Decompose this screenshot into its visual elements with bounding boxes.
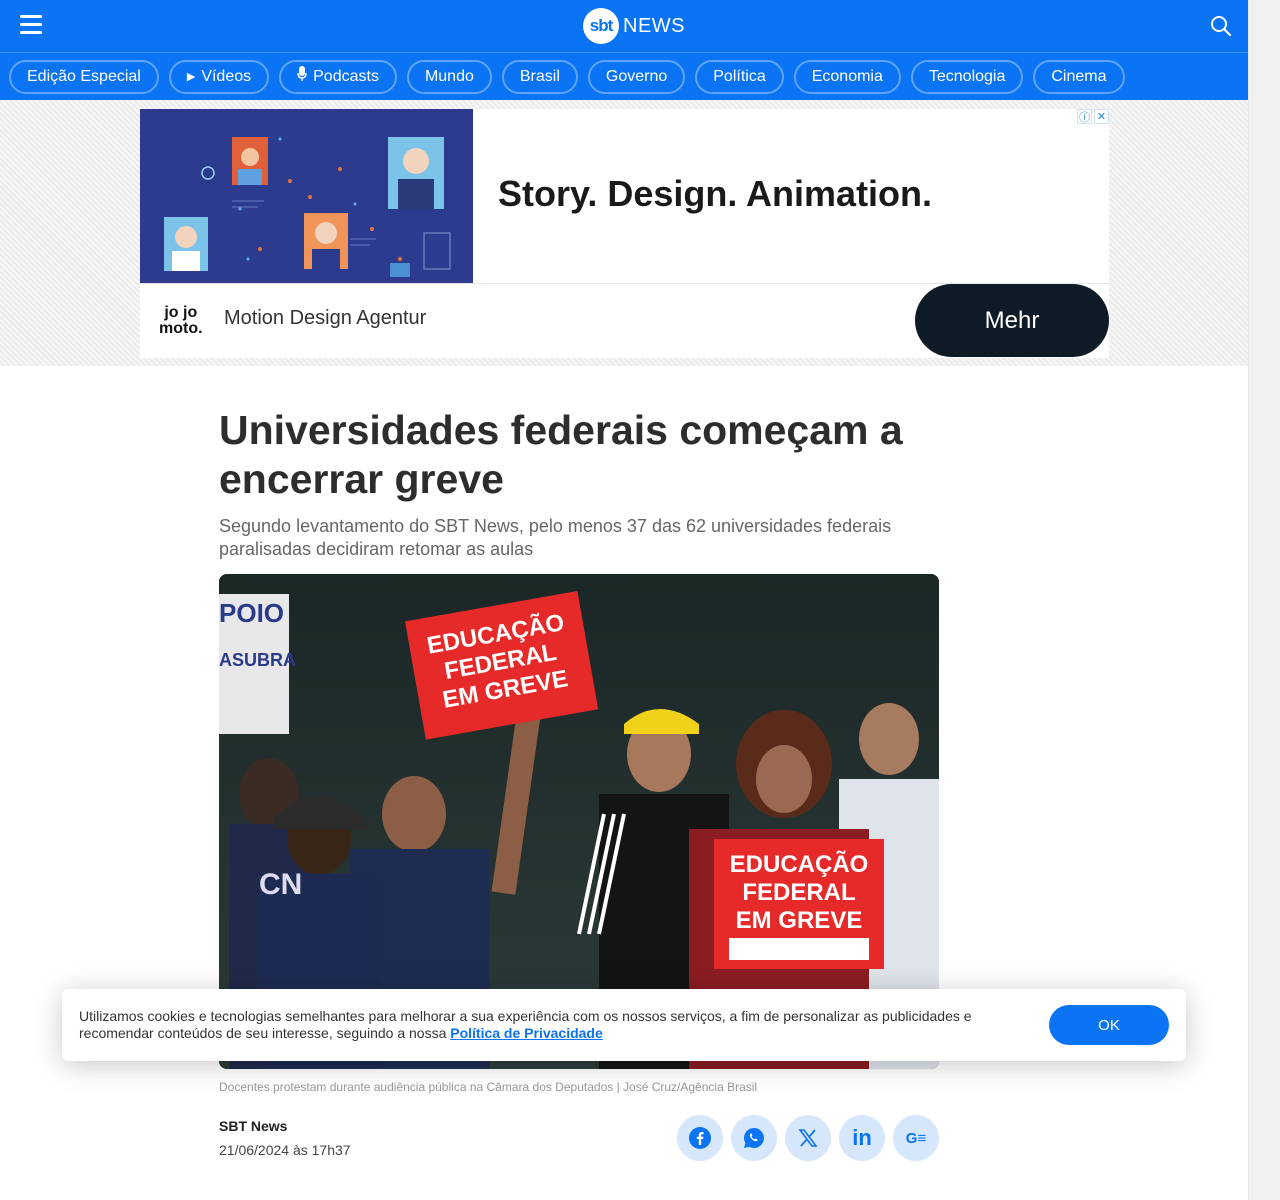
privacy-policy-link[interactable]: Política de Privacidade — [450, 1025, 603, 1041]
nav-item-label: Governo — [605, 67, 668, 85]
google-news-icon-text: G≡ — [905, 1129, 927, 1147]
microphone-icon — [297, 66, 307, 87]
protest-sign-text: EM GREVE — [736, 907, 863, 934]
nav-item-label: Podcasts — [313, 67, 379, 85]
nav-item-label: Vídeos — [201, 67, 252, 85]
cookie-text: Utilizamos cookies e tecnologias semelha… — [79, 1008, 1019, 1042]
protest-sign-text: FEDERAL — [742, 879, 855, 906]
ad-brand-line: moto. — [159, 320, 203, 337]
image-caption: Docentes protestam durante audiência púb… — [219, 1080, 758, 1094]
ad-brand-line: jo jo — [164, 304, 198, 321]
nav-item-label: Economia — [811, 67, 883, 85]
article-date: 21/06/2024 às 17h37 — [219, 1142, 351, 1158]
facebook-icon[interactable] — [677, 1115, 723, 1161]
hamburger-icon[interactable] — [20, 15, 42, 35]
article-author[interactable]: SBT News — [219, 1118, 287, 1134]
share-bar: in G≡ — [677, 1115, 939, 1161]
svg-text:POIO: POIO — [219, 598, 284, 628]
whatsapp-icon[interactable] — [731, 1115, 777, 1161]
cookie-banner: Utilizamos cookies e tecnologias semelha… — [62, 989, 1186, 1061]
google-news-icon[interactable]: G≡ — [893, 1115, 939, 1161]
scrollbar[interactable] — [1248, 0, 1280, 1200]
ad-illustration — [140, 109, 473, 283]
category-nav: Edição Especial ▶ Vídeos Podcasts Mundo B… — [0, 52, 1248, 100]
article-headline: Universidades federais começam a encerra… — [219, 407, 903, 502]
linkedin-icon-text: in — [852, 1125, 872, 1150]
cookie-ok-button[interactable]: OK — [1049, 1005, 1169, 1045]
nav-item-label: Tecnologia — [928, 67, 1006, 85]
svg-text:CN: CN — [259, 868, 302, 901]
svg-text:ASUBRA: ASUBRA — [219, 650, 296, 670]
play-icon: ▶ — [186, 71, 196, 83]
nav-item-podcasts[interactable]: Podcasts — [279, 59, 397, 94]
nav-item-label: Edição Especial — [27, 67, 141, 85]
linkedin-icon[interactable]: in — [839, 1115, 885, 1161]
nav-item-label: Política — [713, 67, 766, 85]
logo[interactable]: sbt NEWS — [583, 8, 685, 44]
nav-item-label: Cinema — [1051, 67, 1107, 85]
ad-subtitle: Motion Design Agentur — [224, 307, 427, 329]
ad-close-icon[interactable]: ✕ — [1094, 109, 1109, 124]
article-header: Universidades federais começam a encerra… — [219, 406, 939, 561]
ad-banner[interactable]: Story. Design. Animation. jo jo moto. Mo… — [140, 109, 1109, 358]
nav-item-label: Mundo — [424, 67, 474, 85]
page: sbt NEWS Edição Especial ▶ Vídeos Podcast… — [0, 0, 1248, 1200]
x-icon[interactable] — [785, 1115, 831, 1161]
nav-item-politica[interactable]: Política — [695, 59, 784, 94]
logo-mark: sbt — [583, 8, 619, 44]
nav-item-videos[interactable]: ▶ Vídeos — [168, 59, 270, 94]
ad-brand-logo: jo jo moto. — [159, 305, 203, 337]
search-icon[interactable] — [1210, 15, 1232, 37]
nav-item-cinema[interactable]: Cinema — [1033, 59, 1125, 94]
ad-info-icon[interactable]: ⓘ — [1077, 109, 1092, 124]
ad-container: Story. Design. Animation. jo jo moto. Mo… — [0, 100, 1248, 366]
ad-controls: ⓘ ✕ — [1077, 109, 1109, 124]
nav-item-edicao-especial[interactable]: Edição Especial — [9, 59, 159, 94]
nav-item-tecnologia[interactable]: Tecnologia — [910, 59, 1024, 94]
logo-text: NEWS — [623, 14, 685, 37]
ad-cta-button[interactable]: Mehr — [915, 284, 1109, 357]
top-bar: sbt NEWS — [0, 0, 1248, 52]
nav-item-brasil[interactable]: Brasil — [501, 59, 578, 94]
nav-item-economia[interactable]: Economia — [793, 59, 901, 94]
nav-item-label: Brasil — [519, 67, 560, 85]
protest-sign-text: EDUCAÇÃO — [730, 850, 869, 878]
nav-item-mundo[interactable]: Mundo — [406, 59, 492, 94]
ad-headline: Story. Design. Animation. — [498, 173, 933, 214]
nav-item-governo[interactable]: Governo — [587, 59, 686, 94]
article-subtitle: Segundo levantamento do SBT News, pelo m… — [219, 516, 892, 559]
